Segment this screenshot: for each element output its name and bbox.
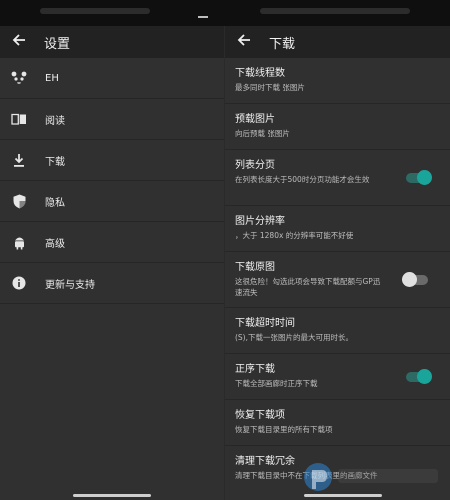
back-arrow-icon[interactable] xyxy=(8,31,30,53)
sidebar-item-privacy[interactable]: 隐私 xyxy=(0,181,224,222)
setting-subtitle: 这很危险！勾选此项会导致下载配额与GP迅速流失 xyxy=(235,277,381,297)
download-icon xyxy=(9,150,29,170)
setting-title: 清理下载冗余 xyxy=(235,456,295,467)
sidebar-item-label: EH xyxy=(45,72,59,84)
pagination-toggle[interactable] xyxy=(406,169,432,185)
toggle-knob xyxy=(417,169,432,185)
sequential-download-toggle[interactable] xyxy=(406,368,432,384)
sidebar-item-label: 阅读 xyxy=(45,115,65,127)
home-indicator xyxy=(73,494,151,497)
setting-download-timeout[interactable]: 下载超时时间 (S),下载一张图片的最大可用时长。 xyxy=(225,308,450,354)
download-settings-pane: 下载 下载线程数 最多同时下载 张图片 预载图片 向后预载 张图片 列表分页 在… xyxy=(224,26,450,500)
setting-subtitle: 最多同时下载 张图片 xyxy=(235,83,305,92)
setting-title: 图片分辨率 xyxy=(235,216,285,227)
status-bar xyxy=(0,0,450,26)
setting-clean-redundant[interactable]: 清理下载冗余 清理下载目录中不在下载列表里的画廊文件 xyxy=(225,446,450,496)
sidebar-item-update-support[interactable]: 更新与支持 xyxy=(0,263,224,304)
setting-download-threads[interactable]: 下载线程数 最多同时下载 张图片 xyxy=(225,58,450,104)
back-arrow-icon[interactable] xyxy=(233,31,255,53)
sidebar-item-advanced[interactable]: 高级 xyxy=(0,222,224,263)
info-icon xyxy=(9,273,29,293)
setting-title: 列表分页 xyxy=(235,160,275,171)
setting-download-original[interactable]: 下载原图 这很危险！勾选此项会导致下载配额与GP迅速流失 xyxy=(225,252,450,308)
setting-title: 恢复下载项 xyxy=(235,410,285,421)
android-icon xyxy=(9,232,29,252)
toggle-knob xyxy=(402,271,417,287)
page-title: 下载 xyxy=(269,36,296,52)
book-icon xyxy=(9,109,29,129)
setting-subtitle: 向后预载 张图片 xyxy=(235,129,290,138)
setting-subtitle: ，大于 1280x 的分辨率可能不好使 xyxy=(235,231,354,240)
sidebar-item-label: 高级 xyxy=(45,238,65,250)
setting-subtitle: 在列表长度大于500时分页功能才会生效 xyxy=(235,175,370,184)
sidebar-item-label: 下载 xyxy=(45,156,65,168)
setting-title: 下载线程数 xyxy=(235,68,285,79)
sidebar-item-label: 隐私 xyxy=(45,197,65,209)
setting-subtitle: (S),下载一张图片的最大可用时长。 xyxy=(235,333,353,342)
sidebar-item-eh[interactable]: EH xyxy=(0,58,224,99)
panda-icon xyxy=(9,68,29,88)
setting-list-pagination[interactable]: 列表分页 在列表长度大于500时分页功能才会生效 xyxy=(225,150,450,206)
page-title: 设置 xyxy=(44,36,71,52)
setting-subtitle: 清理下载目录中不在下载列表里的画廊文件 xyxy=(235,471,378,480)
sidebar-item-read[interactable]: 阅读 xyxy=(0,99,224,140)
shield-icon xyxy=(9,191,29,211)
home-indicator xyxy=(304,494,382,497)
screen: 设置 EH 阅读 下载 隐私 高级 更新与支持 下载 下载线程数 最多同时下载 … xyxy=(0,0,450,500)
setting-restore-downloads[interactable]: 恢复下载项 恢复下载目录里的所有下载项 xyxy=(225,400,450,446)
toggle-knob xyxy=(417,368,432,384)
status-bar-mark xyxy=(198,16,208,18)
download-toolbar: 下载 xyxy=(225,26,450,58)
setting-title: 预载图片 xyxy=(235,114,275,125)
settings-toolbar: 设置 xyxy=(0,26,224,58)
setting-sequential-download[interactable]: 正序下载 下载全部画廊时正序下载 xyxy=(225,354,450,400)
sidebar-item-label: 更新与支持 xyxy=(45,279,95,291)
setting-image-resolution[interactable]: 图片分辨率 ，大于 1280x 的分辨率可能不好使 xyxy=(225,206,450,252)
setting-title: 下载超时时间 xyxy=(235,318,295,329)
setting-subtitle: 恢复下载目录里的所有下载项 xyxy=(235,425,333,434)
download-original-toggle[interactable] xyxy=(402,271,428,287)
sidebar-item-download[interactable]: 下载 xyxy=(0,140,224,181)
setting-subtitle: 下载全部画廊时正序下载 xyxy=(235,379,318,388)
setting-preload-images[interactable]: 预载图片 向后预载 张图片 xyxy=(225,104,450,150)
settings-pane: 设置 EH 阅读 下载 隐私 高级 更新与支持 xyxy=(0,26,224,500)
